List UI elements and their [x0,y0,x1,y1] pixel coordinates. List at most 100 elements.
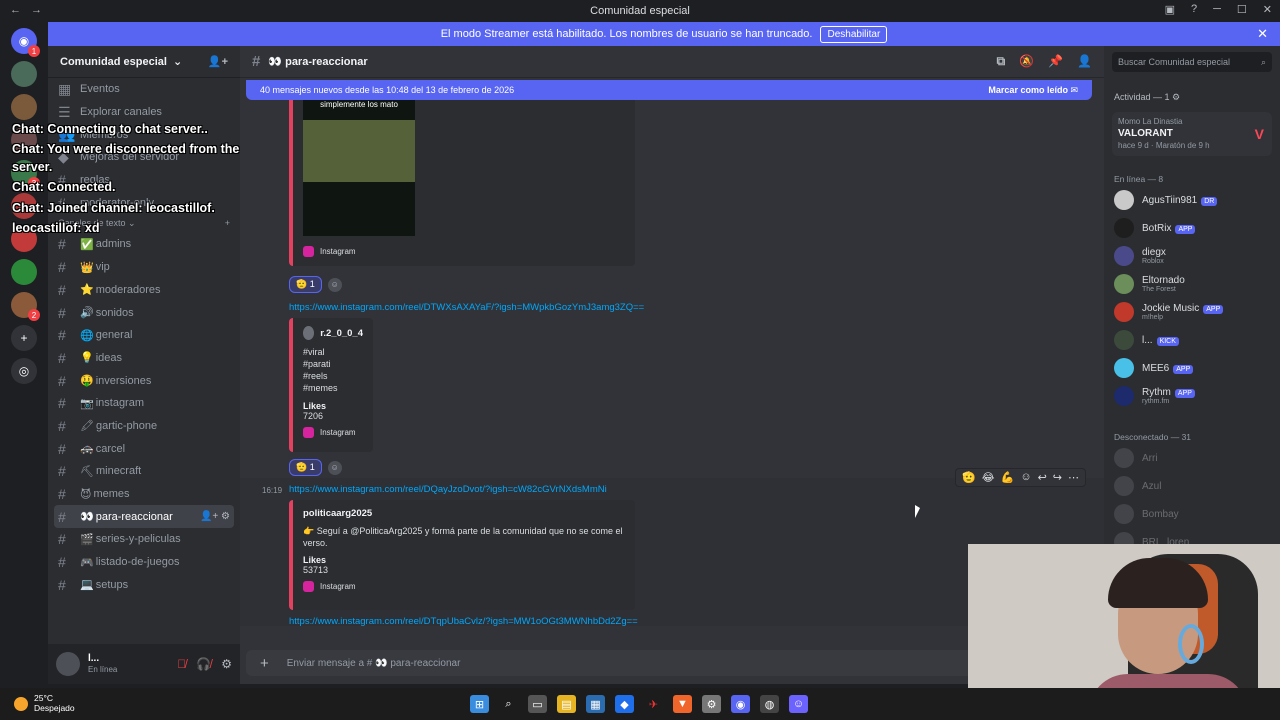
search-icon[interactable]: ⌕ [499,695,518,713]
gear-icon[interactable]: ⚙ [221,657,232,671]
invite-people-icon[interactable]: 👤+ [208,55,228,68]
store-icon[interactable]: ▦ [586,695,605,713]
add-reaction-icon[interactable]: ☺ [1020,471,1031,484]
quick-reaction[interactable]: 💪 [1001,471,1015,484]
avatar [1114,246,1134,266]
server-icon[interactable] [11,259,37,285]
notifications-off-icon[interactable]: 🔕 [1019,54,1034,69]
obs-icon[interactable]: ◍ [760,695,779,713]
channel-gartic-phone[interactable]: # 🖍 gartic-phone [48,415,240,438]
threads-icon[interactable]: ⧉ [997,54,1006,69]
channel-vip[interactable]: # 👑 vip [48,256,240,279]
channel-listado-de-juegos[interactable]: # 🎮 listado-de-juegos [48,551,240,574]
video-thumbnail[interactable]: simplemente los mato [303,100,415,236]
message-input[interactable]: Enviar mensaje a # 👀 para-reaccionar [287,658,461,669]
member-item-offline[interactable]: Arri [1114,448,1274,468]
settings-icon[interactable]: ⚙ [702,695,721,713]
discord-icon[interactable]: ◉ [731,695,750,713]
app-icon[interactable]: ☺ [789,695,808,713]
weather-widget[interactable]: 25°C Despejado [14,693,75,714]
channel-para-reaccionar[interactable]: # 👀 para-reaccionar 👤+ ⚙ [54,505,234,529]
close-icon[interactable]: ✕ [1257,26,1268,42]
brave-icon[interactable]: ▼ [673,695,692,713]
minimize-icon[interactable]: ─ [1213,3,1221,16]
avatar [1114,302,1134,322]
maximize-icon[interactable]: ☐ [1237,3,1247,16]
member-list-icon[interactable]: 👤 [1077,54,1092,69]
channel-minecraft[interactable]: # ⛏ minecraft [48,460,240,483]
member-item[interactable]: Rythm APP rythm.fm [1114,386,1274,406]
avatar[interactable] [56,652,80,676]
new-messages-text: 40 mensajes nuevos desde las 10:48 del 1… [260,85,515,95]
pin-icon[interactable]: 📌 [1048,54,1063,69]
avatar [1114,218,1134,238]
channel-setups[interactable]: # 💻 setups [48,573,240,596]
add-reaction-icon[interactable]: ☺ [327,460,342,475]
hash-icon: # [58,259,66,276]
mute-mic-icon[interactable]: 🎙̸ [177,657,186,671]
file-explorer-icon[interactable]: ▤ [557,695,576,713]
events-item[interactable]: ▦ Eventos [48,78,240,101]
task-view-icon[interactable]: ▭ [528,695,547,713]
message-link[interactable]: https://www.instagram.com/reel/DTqpUbaCv… [289,616,638,627]
activity-card[interactable]: Momo La Dinastia VALORANT hace 9 d · Mar… [1112,112,1272,156]
member-item[interactable]: BotRix APP [1114,218,1274,238]
inbox-icon[interactable]: ▣ [1165,3,1175,16]
member-item[interactable]: AgusTiin981 DR [1114,190,1274,210]
hash-icon: # [58,236,66,253]
channel-series-y-peliculas[interactable]: # 🎬 series-y-peliculas [48,528,240,551]
discord-home-icon[interactable]: ◉ 1 [11,28,40,57]
message-link[interactable]: https://www.instagram.com/reel/DQayJzoDv… [289,484,607,495]
server-icon[interactable]: 2 [11,292,40,321]
user-panel: l... En línea 🎙̸ 🎧̸ ⚙ [48,644,240,684]
member-item-offline[interactable]: Azul [1114,476,1274,496]
windows-start-icon[interactable]: ⊞ [470,695,489,713]
quick-reaction[interactable]: 😂 [982,471,995,484]
disable-streamer-button[interactable]: Deshabilitar [820,25,888,43]
app-icon[interactable]: ◆ [615,695,634,713]
member-item[interactable]: l... KICK [1114,330,1274,350]
member-item[interactable]: Eltornado The Forest [1114,274,1274,294]
message-link[interactable]: https://www.instagram.com/reel/DTWXsAXAY… [289,302,644,313]
more-icon[interactable]: ⋯ [1068,471,1079,484]
add-reaction-icon[interactable]: ☺ [327,277,342,292]
user-name: l... [88,653,100,665]
reaction-salute[interactable]: 🫡 1 [289,276,322,293]
forward-icon[interactable]: ↪ [1053,471,1062,484]
channel-sonidos[interactable]: # 🔊 sonidos [48,301,240,324]
member-tag: APP [1203,305,1224,314]
search-input[interactable]: Buscar Comunidad especial ⌕ [1112,52,1272,72]
new-messages-bar[interactable]: 40 mensajes nuevos desde las 10:48 del 1… [246,80,1092,100]
app-icon[interactable]: ✈ [644,695,663,713]
server-header[interactable]: Comunidad especial ⌄ 👤+ [48,46,240,78]
quick-reaction[interactable]: 🫡 [962,471,976,484]
channel-instagram[interactable]: # 📷 instagram [48,392,240,415]
reaction-bar: 🫡 1 ☺ [289,276,342,293]
member-item[interactable]: diegx Roblox [1114,246,1274,266]
channel-moderadores[interactable]: # ⭐ moderadores [48,279,240,302]
channel-memes[interactable]: # 😈 memes [48,483,240,506]
mark-read-button[interactable]: Marcar como leído ✉ [988,85,1078,96]
offline-section-title: Desconectado — 31 [1114,432,1192,442]
plus-icon[interactable]: + [260,655,269,672]
server-name: Comunidad especial [60,55,167,68]
nav-arrows-icon[interactable]: ←→ [10,4,52,16]
channel-ideas[interactable]: # 💡 ideas [48,347,240,370]
server-icon[interactable] [11,94,37,120]
member-item[interactable]: Jockie Music APP m!help [1114,302,1274,322]
deafen-icon[interactable]: 🎧̸ [196,657,211,671]
help-icon[interactable]: ? [1191,3,1197,16]
reply-icon[interactable]: ↩ [1038,471,1047,484]
member-item-offline[interactable]: Bombay [1114,504,1274,524]
reaction-salute[interactable]: 🫡 1 [289,459,322,476]
server-icon[interactable] [11,61,37,87]
channel-carcel[interactable]: # 🚓 carcel [48,437,240,460]
channel-inversiones[interactable]: # 🤑 inversiones [48,369,240,392]
channel-general[interactable]: # 🌐 general [48,324,240,347]
channel-settings-icon[interactable]: 👤+ ⚙ [200,511,230,522]
member-item[interactable]: MEE6 APP [1114,358,1274,378]
close-window-icon[interactable]: ✕ [1263,3,1272,16]
discover-icon[interactable]: ◎ [11,358,37,384]
add-server-icon[interactable]: + [11,325,37,351]
sun-icon [14,696,28,711]
